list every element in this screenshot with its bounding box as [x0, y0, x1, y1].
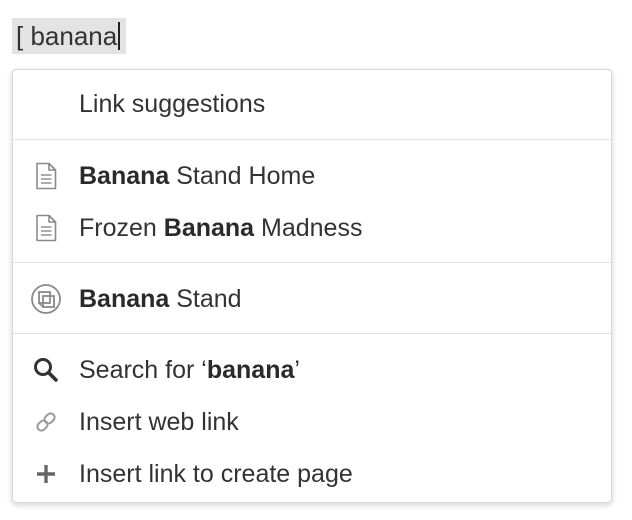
suggestion-label: Banana Stand Home [79, 162, 315, 191]
label-suffix: Stand Home [169, 161, 316, 190]
text-caret [118, 22, 121, 50]
suggestion-label: Banana Stand [79, 285, 242, 314]
label-suffix: Madness [254, 213, 363, 242]
document-icon [13, 202, 79, 254]
label-suffix: Stand [169, 284, 242, 313]
label-prefix: Search for ‘ [79, 355, 207, 384]
actions-section: Search for ‘banana’ Insert web link Inse… [13, 334, 611, 500]
label-suffix: ’ [294, 355, 300, 384]
suggestion-label: Frozen Banana Madness [79, 214, 362, 243]
editor-typed-text: [ banana [16, 20, 118, 51]
insert-web-link-label: Insert web link [79, 407, 239, 436]
document-icon [13, 150, 79, 202]
suggestion-banana-stand-space[interactable]: Banana Stand [13, 273, 611, 325]
link-icon [13, 396, 79, 448]
space-suggestions-section: Banana Stand [13, 263, 611, 334]
suggestion-banana-stand-home[interactable]: Banana Stand Home [13, 150, 611, 202]
editor-input-line[interactable]: [ banana [12, 18, 127, 54]
label-match: Banana [163, 213, 255, 242]
search-for-banana-item[interactable]: Search for ‘banana’ [13, 344, 611, 396]
suggestion-frozen-banana-madness[interactable]: Frozen Banana Madness [13, 202, 611, 254]
insert-link-create-page-item[interactable]: Insert link to create page [13, 448, 611, 500]
insert-link-create-page-label: Insert link to create page [79, 459, 353, 488]
plus-icon [13, 448, 79, 500]
label-match: Banana [79, 284, 170, 313]
page-suggestions-section: Banana Stand Home Frozen Banana Madness [13, 140, 611, 263]
label-match: Banana [79, 161, 170, 190]
search-label: Search for ‘banana’ [79, 356, 300, 385]
space-logo-icon [13, 273, 79, 325]
search-icon [13, 344, 79, 396]
popup-header-section: Link suggestions [13, 70, 611, 140]
insert-web-link-item[interactable]: Insert web link [13, 396, 611, 448]
label-prefix: Frozen [79, 213, 164, 242]
popup-header-title: Link suggestions [79, 90, 266, 118]
label-query: banana [206, 355, 295, 384]
link-suggestions-popup: Link suggestions Banana Stand Home Froze… [12, 69, 612, 503]
